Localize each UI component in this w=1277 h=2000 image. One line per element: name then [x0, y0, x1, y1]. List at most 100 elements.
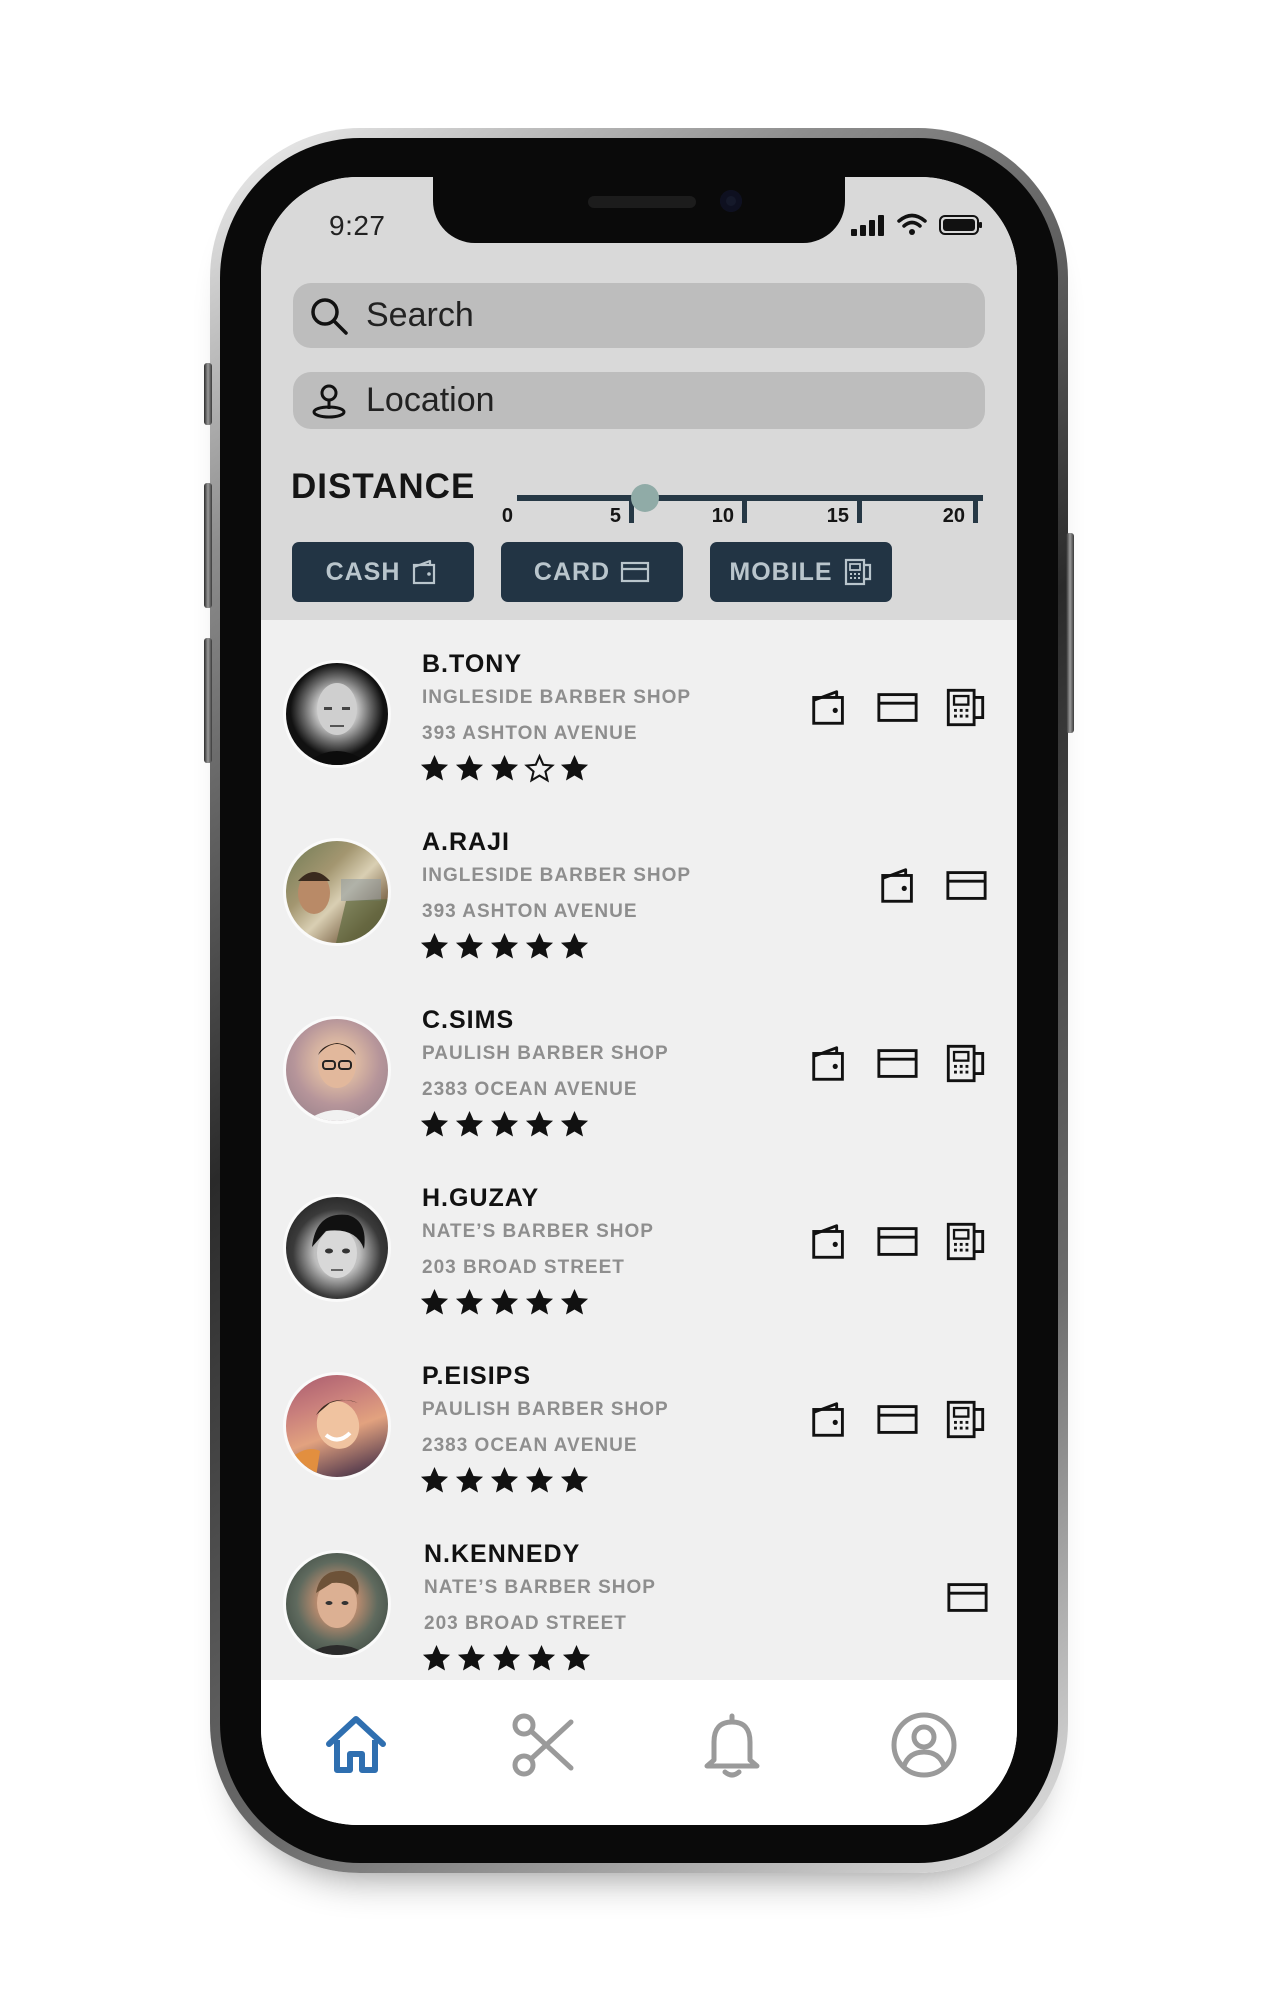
star-filled-icon	[490, 1110, 519, 1137]
star-filled-icon	[420, 932, 449, 959]
star-filled-icon	[490, 1288, 519, 1315]
barber-row[interactable]: P.EISIPS PAULISH BARBER SHOP 2383 OCEAN …	[261, 1350, 1017, 1528]
slider-label-10: 10	[711, 505, 734, 527]
slider-track	[517, 495, 983, 501]
rating-stars	[419, 1109, 590, 1140]
star-filled-icon	[560, 1110, 589, 1137]
star-filled-icon	[525, 1110, 554, 1137]
credit-card-icon	[621, 561, 650, 583]
mobile-filter-label: MOBILE	[729, 557, 833, 586]
rating-stars	[419, 1287, 590, 1318]
status-time: 9:27	[329, 210, 386, 241]
barber-row[interactable]: N.KENNEDY NATE’S BARBER SHOP 203 BROAD S…	[261, 1528, 1017, 1680]
star-filled-icon	[490, 754, 519, 781]
star-filled-icon	[420, 1466, 449, 1493]
cash-filter-button[interactable]: CASH	[292, 542, 474, 602]
search-icon	[311, 297, 348, 335]
barber-row[interactable]: B.TONY INGLESIDE BARBER SHOP 393 ASHTON …	[261, 638, 1017, 816]
home-icon	[326, 1716, 386, 1773]
distance-slider[interactable]: 0 5 10 15 20	[499, 473, 983, 527]
wallet-icon	[812, 1402, 844, 1437]
barber-address: 203 BROAD STREET	[422, 1257, 625, 1278]
power-button	[1066, 533, 1074, 733]
mobile-filter-button[interactable]: MOBILE	[710, 542, 892, 602]
rating-stars	[419, 931, 590, 962]
notch	[433, 177, 845, 243]
nav-home[interactable]	[321, 1710, 391, 1780]
star-filled-icon	[560, 754, 589, 781]
barber-name: H.GUZAY	[422, 1184, 540, 1212]
search-input[interactable]	[366, 296, 926, 335]
cash-filter-label: CASH	[325, 557, 401, 586]
slider-thumb[interactable]	[631, 484, 659, 512]
credit-card-icon	[877, 1405, 918, 1434]
screen: 9:27 Search Location DISTANCE 0 5 10 15 …	[261, 177, 1017, 1825]
slider-label-0: 0	[501, 505, 513, 527]
star-outline-icon	[524, 753, 555, 783]
payment-methods	[946, 1576, 989, 1619]
mobile-payment-icon	[946, 1044, 985, 1083]
star-filled-icon	[560, 932, 589, 959]
barber-name: C.SIMS	[422, 1006, 515, 1034]
nav-barbers[interactable]	[509, 1710, 579, 1780]
barber-row[interactable]: H.GUZAY NATE’S BARBER SHOP 203 BROAD STR…	[261, 1172, 1017, 1350]
barber-row[interactable]: A.RAJI INGLESIDE BARBER SHOP 393 ASHTON …	[261, 816, 1017, 994]
barber-name: A.RAJI	[422, 828, 510, 856]
barber-address: 203 BROAD STREET	[424, 1613, 627, 1634]
star-filled-icon	[455, 1110, 484, 1137]
barber-name: N.KENNEDY	[424, 1540, 581, 1568]
scissors-icon	[512, 1713, 574, 1777]
star-filled-icon	[422, 1644, 451, 1671]
nav-profile[interactable]	[889, 1710, 959, 1780]
barber-address: 2383 OCEAN AVENUE	[422, 1435, 638, 1456]
credit-card-icon	[947, 1583, 988, 1612]
phone-frame: 9:27 Search Location DISTANCE 0 5 10 15 …	[204, 128, 1074, 1873]
location-input[interactable]	[366, 381, 926, 420]
star-filled-icon	[455, 1288, 484, 1315]
wallet-icon	[413, 559, 436, 585]
wallet-icon	[812, 690, 844, 725]
star-filled-icon	[420, 1288, 449, 1315]
wifi-icon	[897, 213, 927, 235]
payment-methods	[808, 1398, 987, 1441]
volume-down-button	[204, 638, 212, 763]
star-filled-icon	[525, 932, 554, 959]
star-filled-icon	[455, 754, 484, 781]
slider-label-20: 20	[942, 505, 965, 527]
avatar	[283, 838, 391, 946]
credit-card-icon	[946, 871, 987, 900]
slider-label-15: 15	[826, 505, 849, 527]
wallet-icon	[812, 1224, 844, 1259]
barber-name: P.EISIPS	[422, 1362, 531, 1390]
card-filter-button[interactable]: CARD	[501, 542, 683, 602]
volume-up-button	[204, 483, 212, 608]
nav-notifications[interactable]	[697, 1710, 767, 1780]
barber-list: B.TONY INGLESIDE BARBER SHOP 393 ASHTON …	[261, 620, 1017, 1680]
barber-address: 393 ASHTON AVENUE	[422, 901, 638, 922]
star-filled-icon	[490, 1466, 519, 1493]
payment-methods	[808, 1042, 987, 1085]
payment-methods	[808, 1220, 987, 1263]
battery-icon	[939, 215, 982, 235]
credit-card-icon	[877, 1227, 918, 1256]
star-filled-icon	[455, 932, 484, 959]
mobile-payment-icon	[844, 558, 871, 586]
avatar	[283, 1372, 391, 1480]
barber-shop: NATE’S BARBER SHOP	[424, 1577, 656, 1598]
star-filled-icon	[457, 1644, 486, 1671]
location-field[interactable]	[293, 372, 985, 429]
payment-methods	[808, 686, 987, 729]
star-filled-icon	[455, 1466, 484, 1493]
location-pin-icon	[312, 384, 346, 418]
profile-icon	[891, 1712, 957, 1778]
wallet-icon	[881, 868, 913, 903]
mobile-payment-icon	[946, 1400, 985, 1439]
barber-shop: INGLESIDE BARBER SHOP	[422, 687, 692, 708]
search-field[interactable]	[293, 283, 985, 348]
rating-stars	[419, 753, 590, 784]
star-filled-icon	[560, 1288, 589, 1315]
star-filled-icon	[525, 1288, 554, 1315]
payment-methods	[877, 864, 988, 907]
speaker	[588, 196, 696, 208]
barber-row[interactable]: C.SIMS PAULISH BARBER SHOP 2383 OCEAN AV…	[261, 994, 1017, 1172]
